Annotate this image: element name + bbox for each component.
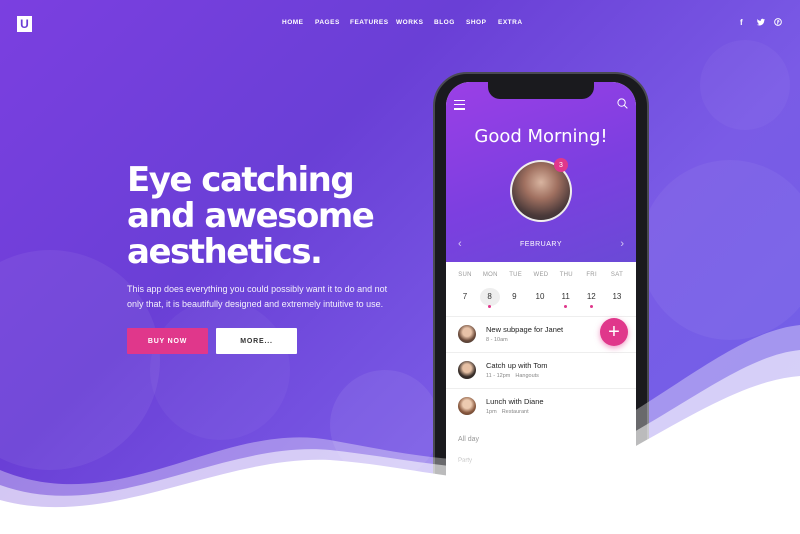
wave-divider <box>0 325 800 534</box>
